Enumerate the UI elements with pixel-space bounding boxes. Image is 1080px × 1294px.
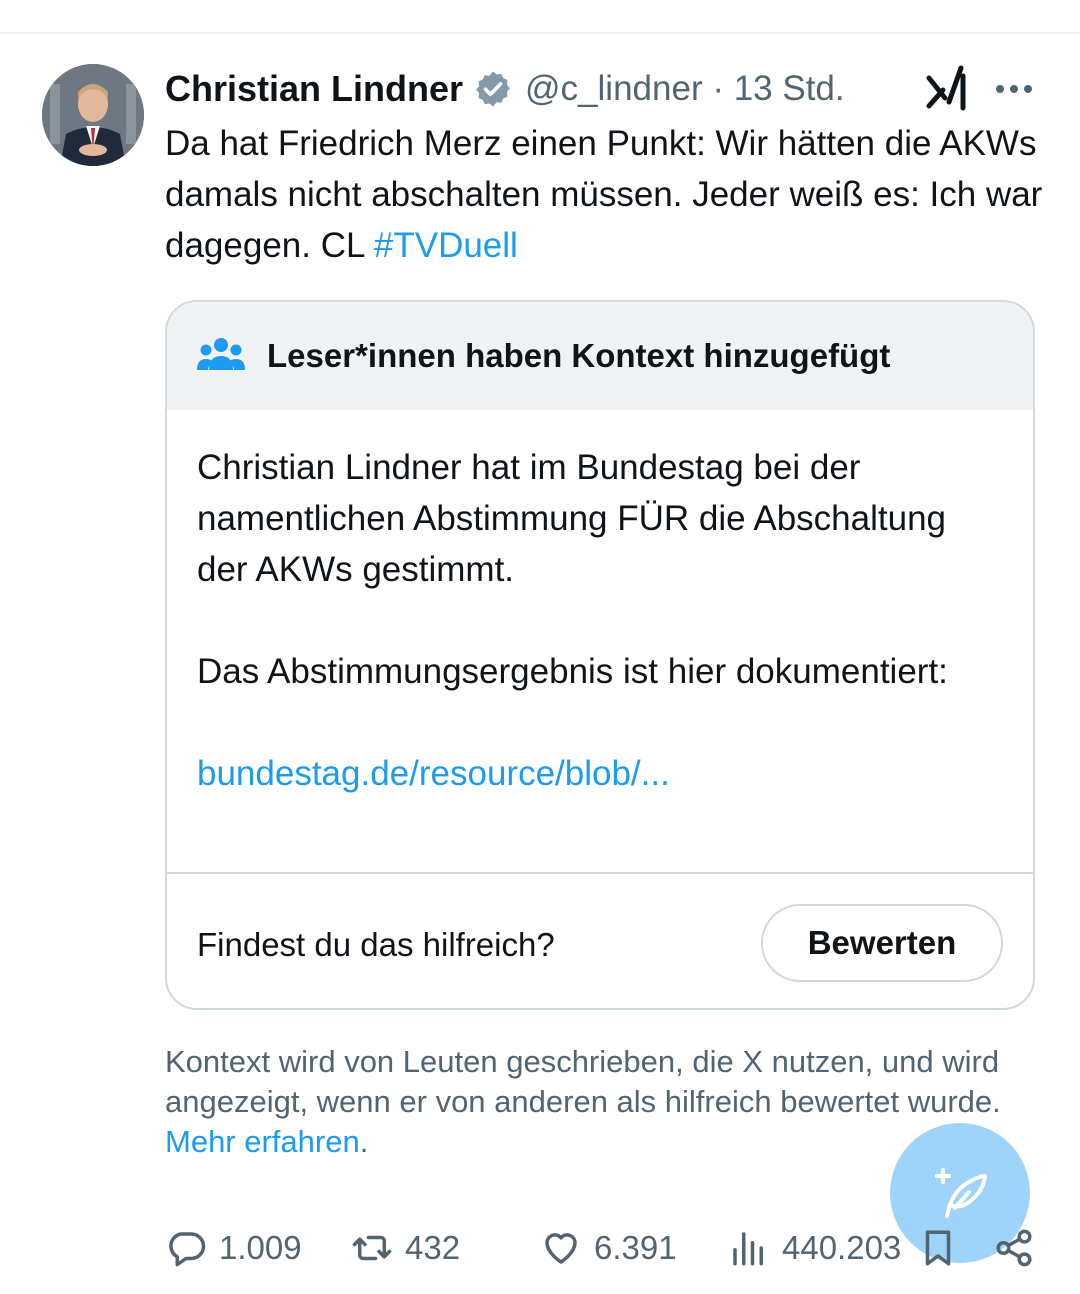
reply-count: 1.009: [219, 1229, 302, 1266]
learn-more-link[interactable]: Mehr erfahren: [165, 1124, 360, 1159]
reply-icon: [169, 1232, 206, 1267]
avatar[interactable]: [42, 64, 144, 166]
note-title: Leser*innen haben Kontext hinzugefügt: [267, 337, 891, 374]
more-icon[interactable]: [994, 76, 1034, 102]
note-body: Christian Lindner hat im Bundestag bei d…: [167, 410, 1033, 872]
bookmark-icon: [925, 1230, 951, 1266]
tweet-text: Da hat Friedrich Merz einen Punkt: Wir h…: [165, 118, 1045, 271]
share-button[interactable]: [993, 1222, 1035, 1274]
author-name[interactable]: Christian Lindner: [165, 68, 463, 110]
bookmark-button[interactable]: [917, 1222, 959, 1274]
share-icon: [996, 1229, 1032, 1267]
context-info: Kontext wird von Leuten geschrieben, die…: [165, 1042, 1035, 1162]
community-note: Leser*innen haben Kontext hinzugefügt Ch…: [165, 300, 1035, 1010]
like-button[interactable]: 6.391: [540, 1222, 677, 1274]
top-divider: [0, 32, 1080, 34]
views-button[interactable]: 440.203: [728, 1222, 901, 1274]
note-paragraph: Das Abstimmungsergebnis ist hier dokumen…: [197, 652, 948, 691]
community-notes-icon: [197, 338, 245, 370]
views-count: 440.203: [782, 1229, 902, 1266]
verified-badge-icon: [476, 71, 510, 107]
repost-count: 432: [405, 1229, 461, 1266]
rate-button[interactable]: Bewerten: [761, 904, 1003, 982]
note-source-link[interactable]: bundestag.de/resource/blob/...: [197, 748, 1003, 799]
like-icon: [545, 1233, 577, 1264]
context-text: Kontext wird von Leuten geschrieben, die…: [165, 1044, 1001, 1119]
views-icon: [733, 1232, 763, 1266]
tweet-header: Christian Lindner @c_lindner · 13 Std.: [165, 64, 1040, 114]
reply-button[interactable]: 1.009: [165, 1222, 302, 1274]
grok-icon[interactable]: [925, 64, 969, 112]
like-count: 6.391: [594, 1229, 677, 1266]
helpful-question: Findest du das hilfreich?: [197, 926, 555, 963]
repost-button[interactable]: 432: [351, 1222, 460, 1274]
action-bar: 1.009 432 6.391 440.203: [165, 1222, 1045, 1274]
hashtag-link[interactable]: #TVDuell: [374, 226, 518, 265]
compose-icon: [935, 1168, 987, 1218]
handle-and-time: @c_lindner · 13 Std.: [525, 69, 845, 108]
repost-icon: [352, 1235, 392, 1261]
note-header: Leser*innen haben Kontext hinzugefügt: [167, 302, 1033, 410]
note-paragraph: Christian Lindner hat im Bundestag bei d…: [197, 448, 947, 589]
note-footer: Findest du das hilfreich? Bewerten: [167, 874, 1033, 1008]
context-period: .: [359, 1124, 369, 1159]
tweet-body: Da hat Friedrich Merz einen Punkt: Wir h…: [165, 124, 1043, 265]
